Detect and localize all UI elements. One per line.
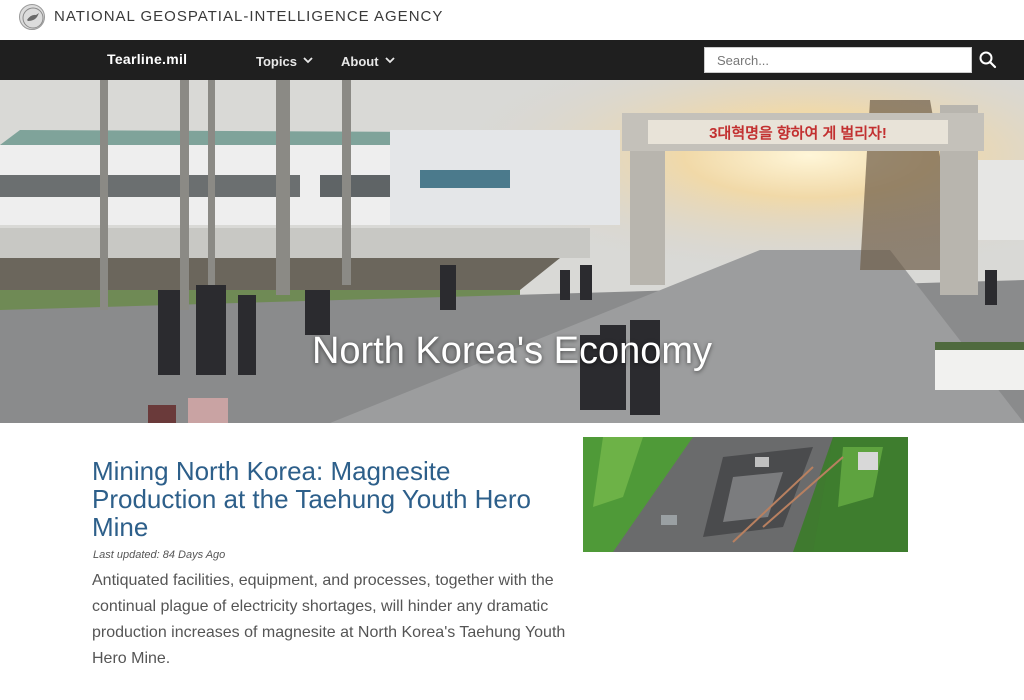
main-navigation: Tearline.mil Topics About	[0, 40, 1024, 80]
hero-banner[interactable]: 3대혁명을 향하여 게 벌리자! North Korea's Economy	[0, 80, 1024, 423]
gate-banner-text: 3대혁명을 향하여 게 벌리자!	[709, 124, 887, 142]
nav-about-label: About	[341, 54, 379, 69]
nav-topics-label: Topics	[256, 54, 297, 69]
article-thumbnail[interactable]	[583, 437, 908, 552]
agency-name[interactable]: NATIONAL GEOSPATIAL-INTELLIGENCE AGENCY	[54, 8, 443, 25]
search-input[interactable]	[704, 47, 972, 73]
article-summary: Antiquated facilities, equipment, and pr…	[92, 572, 566, 667]
nav-about-menu[interactable]: About	[341, 52, 395, 69]
nav-topics-menu[interactable]: Topics	[256, 52, 313, 69]
search-icon[interactable]	[978, 50, 998, 70]
site-brand-link[interactable]: Tearline.mil	[107, 51, 187, 67]
agency-header: NATIONAL GEOSPATIAL-INTELLIGENCE AGENCY	[0, 0, 1024, 40]
chevron-down-icon	[303, 52, 313, 67]
article-updated: Last updated: 84 Days Ago	[93, 549, 226, 561]
hero-title[interactable]: North Korea's Economy	[0, 330, 1024, 373]
agency-seal-icon[interactable]	[19, 4, 45, 30]
article-title-link[interactable]: Mining North Korea: Magnesite Production…	[92, 457, 572, 541]
chevron-down-icon	[384, 52, 395, 67]
